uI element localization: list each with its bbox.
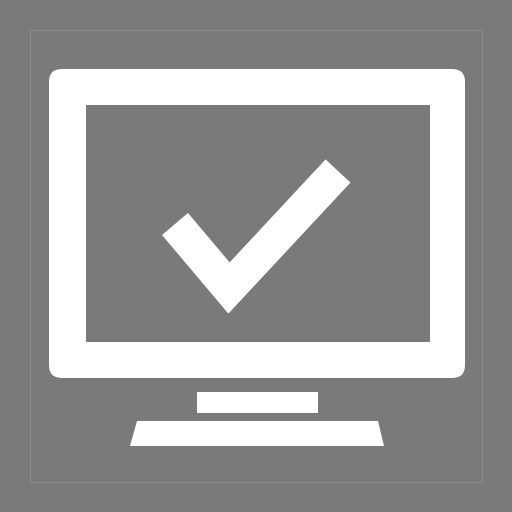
monitor-bezel: [49, 69, 465, 378]
icon-canvas: [0, 0, 512, 512]
monitor-base: [130, 421, 384, 446]
monitor-neck: [197, 392, 318, 413]
monitor-check-icon: [49, 69, 465, 446]
check-icon: [162, 159, 351, 314]
